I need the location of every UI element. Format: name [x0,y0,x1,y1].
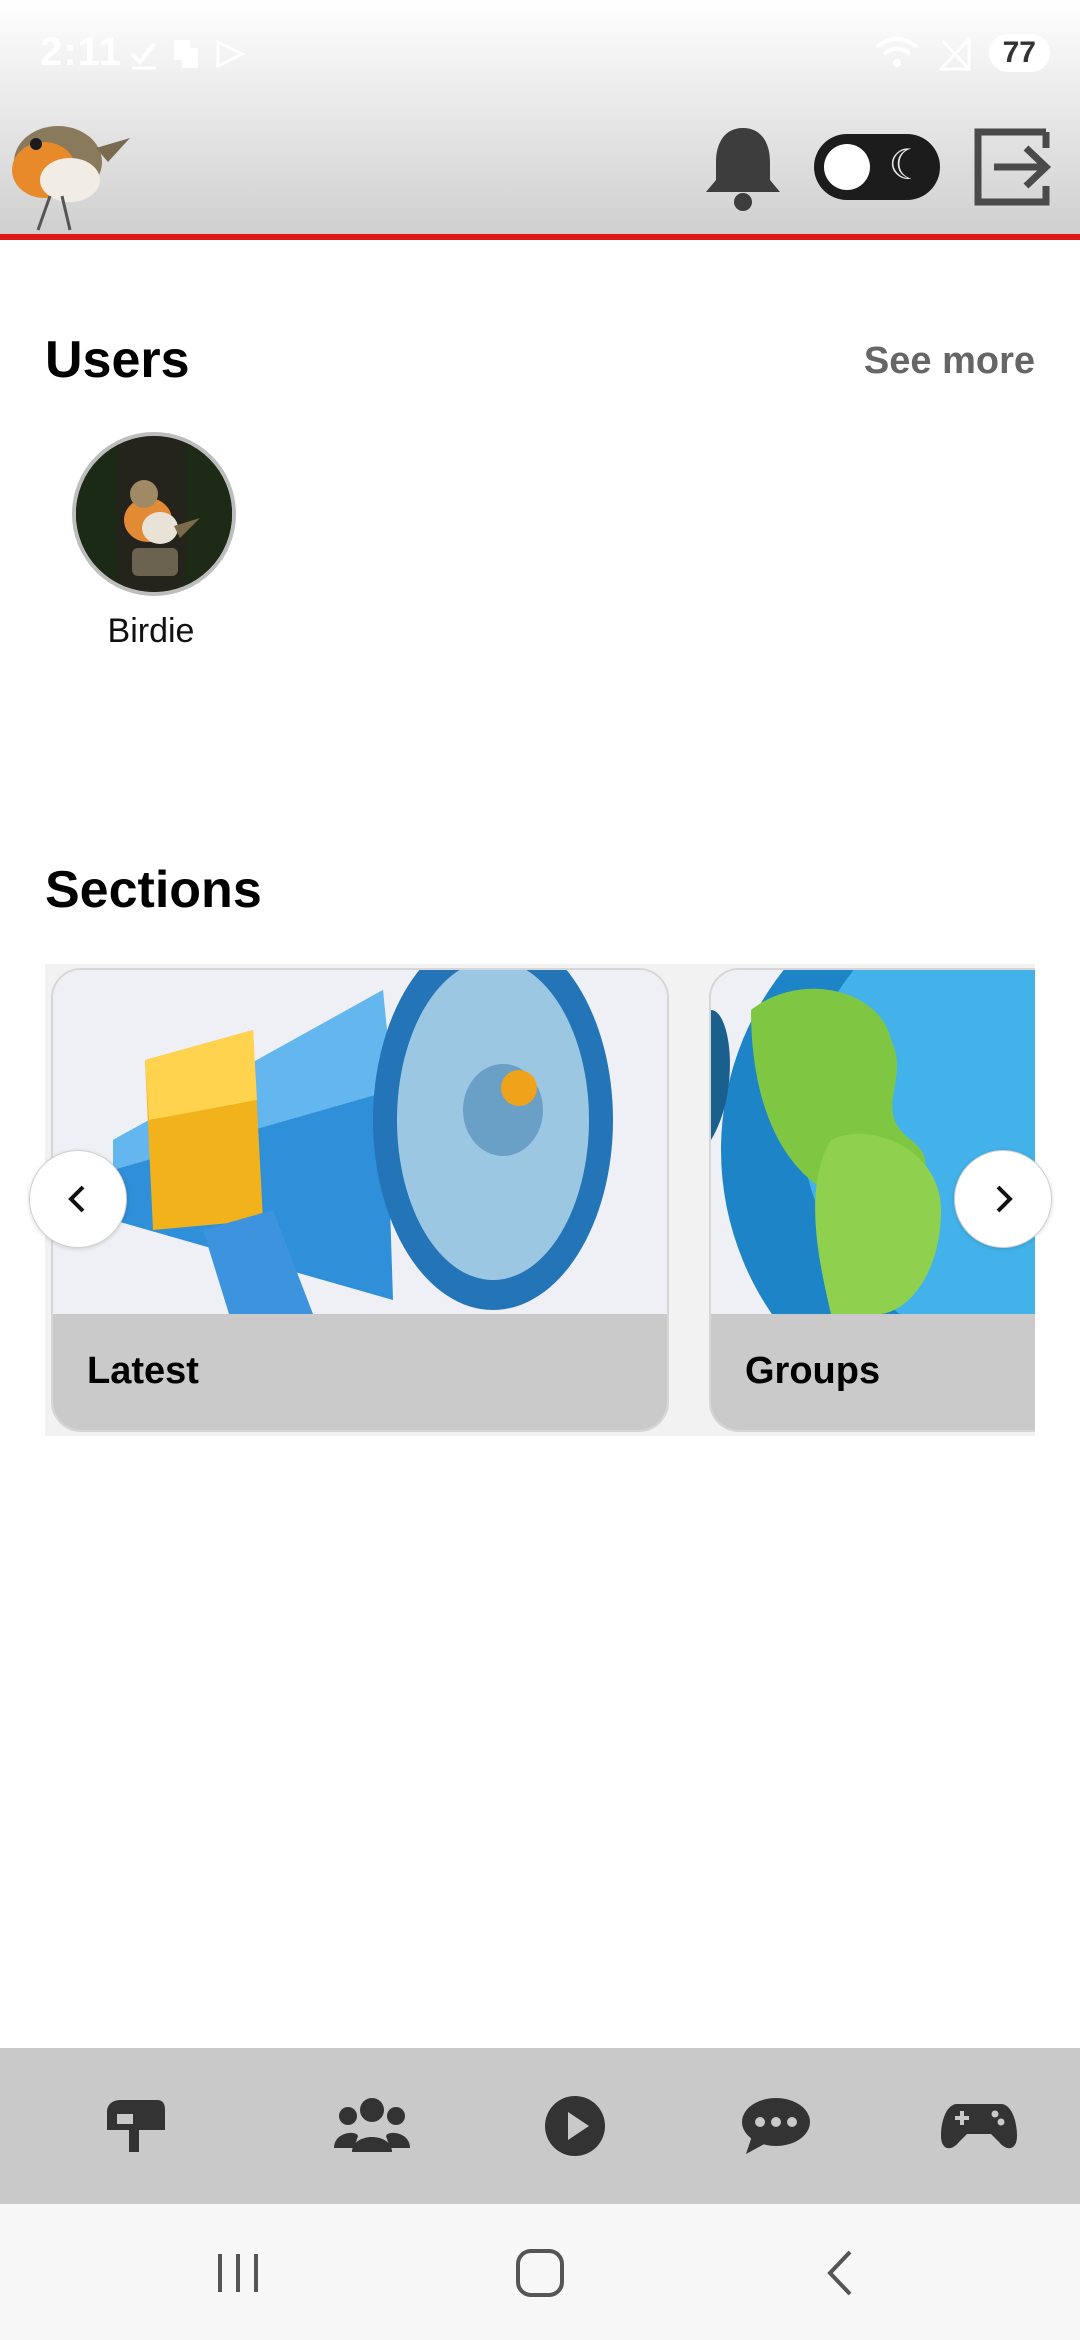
signal-icon [938,35,971,71]
robin-logo[interactable] [0,96,132,234]
status-time: 2:11 [40,30,122,74]
back-button[interactable] [812,2248,872,2298]
bell-icon[interactable] [702,122,784,212]
battery-indicator: 77 [988,34,1050,72]
section-card-latest[interactable]: Latest [51,968,669,1432]
see-more-link[interactable]: See more [864,340,1035,383]
chevron-right-icon [996,1185,1013,1213]
toggle-knob [824,144,870,190]
home-button[interactable] [510,2248,570,2298]
header-divider [0,234,1080,240]
carousel-prev-button[interactable] [29,1150,127,1248]
chat-icon[interactable] [736,2088,816,2164]
carousel-next-button[interactable] [954,1150,1052,1248]
users-icon[interactable] [332,2088,412,2164]
megaphone-icon [53,970,667,1314]
dark-mode-toggle[interactable]: ☾ [814,134,940,200]
section-card-label: Latest [87,1350,199,1392]
sections-title: Sections [45,861,262,919]
bottom-nav [0,2048,1080,2204]
play-icon[interactable] [535,2088,615,2164]
users-title: Users [45,331,190,389]
section-card-label: Groups [745,1350,881,1392]
wifi-icon [875,37,918,67]
section-card-label-bg: Groups [711,1314,1035,1430]
notification-icons [130,34,250,79]
status-indicators: 77 [873,34,1050,72]
gamepad-icon[interactable] [939,2088,1019,2164]
logout-icon[interactable] [972,128,1054,206]
battery-level: 77 [1002,36,1036,69]
globe-icon [711,970,1035,1430]
system-nav-bar [0,2204,1080,2340]
user-name[interactable]: Birdie [60,612,242,651]
sections-carousel[interactable]: Latest Groups [45,964,1035,1436]
mailbox-icon[interactable] [95,2088,175,2164]
avatar[interactable] [72,432,236,596]
section-card-label-bg: Latest [53,1314,667,1430]
recent-apps-button[interactable] [208,2248,268,2298]
chevron-left-icon [68,1185,85,1213]
moon-icon: ☾ [888,141,926,188]
